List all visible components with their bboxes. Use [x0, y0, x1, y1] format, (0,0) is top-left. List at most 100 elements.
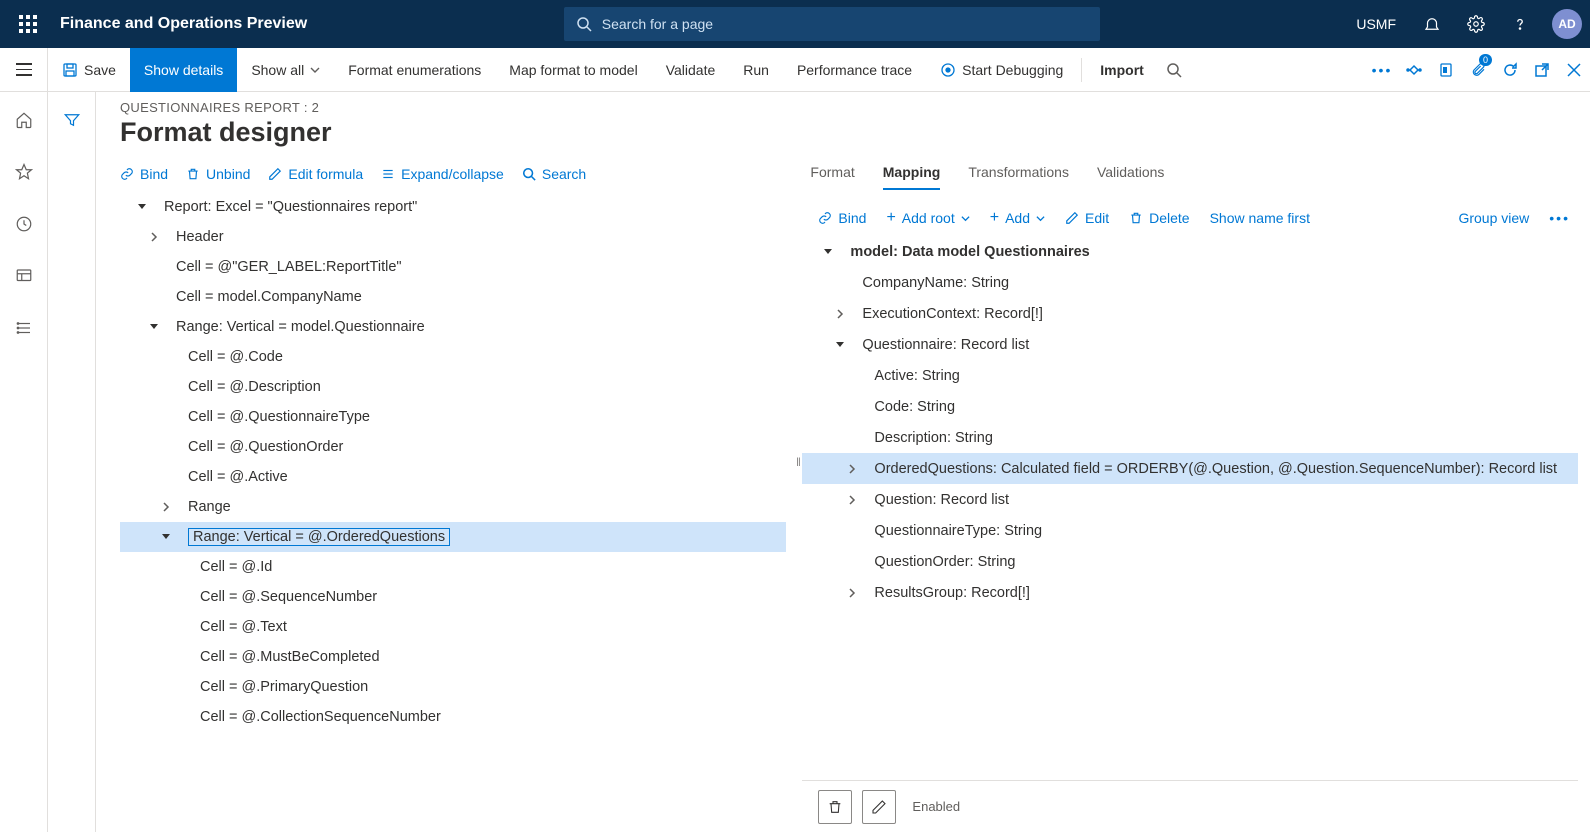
overflow-button[interactable]: ••• [1366, 48, 1398, 92]
tree-label: Cell = @.MustBeCompleted [200, 649, 380, 665]
mapping-tree-row[interactable]: Active: String [802, 360, 1578, 391]
caret-right-icon[interactable] [144, 232, 164, 242]
filter-button[interactable] [56, 104, 88, 136]
nav-toggle[interactable] [0, 48, 48, 92]
save-button[interactable]: Save [48, 48, 130, 92]
tree-row[interactable]: Header [120, 222, 786, 252]
caret-down-icon[interactable] [830, 340, 850, 350]
caret-right-icon[interactable] [842, 495, 862, 505]
tree-row[interactable]: Cell = model.CompanyName [120, 282, 786, 312]
group-view-button[interactable]: Group view [1458, 210, 1529, 226]
tree-row[interactable]: Range [120, 492, 786, 522]
validate-button[interactable]: Validate [652, 48, 730, 92]
tree-row[interactable]: Cell = @.QuestionnaireType [120, 402, 786, 432]
favorites-button[interactable] [8, 156, 40, 188]
workspaces-button[interactable] [8, 260, 40, 292]
caret-down-icon[interactable] [144, 322, 164, 332]
tab-transformations[interactable]: Transformations [968, 164, 1069, 190]
tree-row[interactable]: Cell = @.Id [120, 552, 786, 582]
tree-row[interactable]: Cell = @.Description [120, 372, 786, 402]
add-button[interactable]: + Add [990, 210, 1045, 226]
tree-row[interactable]: Range: Vertical = @.OrderedQuestions [120, 522, 786, 552]
mapping-tree-row[interactable]: Question: Record list [802, 484, 1578, 515]
edit-formula-button[interactable]: Edit formula [268, 166, 363, 182]
mapping-tree-row[interactable]: CompanyName: String [802, 267, 1578, 298]
mapping-tree-row[interactable]: QuestionOrder: String [802, 546, 1578, 577]
bottom-delete-button[interactable] [818, 790, 852, 824]
tree-search-button[interactable]: Search [522, 166, 586, 182]
recent-button[interactable] [8, 208, 40, 240]
left-toolbar: Bind Unbind Edit formula Expand/collapse… [120, 166, 794, 192]
tree-row[interactable]: Range: Vertical = model.Questionnaire [120, 312, 786, 342]
bind-button[interactable]: Bind [120, 166, 168, 182]
mapping-tree-row[interactable]: ExecutionContext: Record[!] [802, 298, 1578, 329]
attachments-button[interactable]: 0 [1462, 48, 1494, 92]
start-debug-button[interactable]: Start Debugging [926, 48, 1077, 92]
tree-row[interactable]: Report: Excel = "Questionnaires report" [120, 192, 786, 222]
notifications-button[interactable] [1412, 4, 1452, 44]
bottom-edit-button[interactable] [862, 790, 896, 824]
modules-button[interactable] [8, 312, 40, 344]
mapping-tree-row[interactable]: ResultsGroup: Record[!] [802, 577, 1578, 608]
show-details-button[interactable]: Show details [130, 48, 237, 92]
tab-mapping[interactable]: Mapping [883, 164, 941, 190]
format-tree[interactable]: Report: Excel = "Questionnaires report"H… [120, 192, 794, 832]
mapping-tree-row[interactable]: model: Data model Questionnaires [802, 236, 1578, 267]
tree-row[interactable]: Cell = @.Text [120, 612, 786, 642]
caret-right-icon[interactable] [842, 588, 862, 598]
show-all-button[interactable]: Show all [237, 48, 334, 92]
delete-button[interactable]: Delete [1129, 210, 1189, 226]
mapping-tree-row[interactable]: QuestionnaireType: String [802, 515, 1578, 546]
mapping-tree-row[interactable]: Description: String [802, 422, 1578, 453]
mapping-tree-row[interactable]: Questionnaire: Record list [802, 329, 1578, 360]
close-button[interactable] [1558, 48, 1590, 92]
caret-right-icon[interactable] [830, 309, 850, 319]
popout-button[interactable] [1526, 48, 1558, 92]
add-root-button[interactable]: + Add root [886, 210, 969, 226]
settings-button[interactable] [1456, 4, 1496, 44]
search-label: Search [542, 166, 586, 182]
mapping-tree-row[interactable]: OrderedQuestions: Calculated field = ORD… [802, 453, 1578, 484]
home-button[interactable] [8, 104, 40, 136]
legal-entity[interactable]: USMF [1356, 16, 1396, 32]
tree-row[interactable]: Cell = @.MustBeCompleted [120, 642, 786, 672]
caret-down-icon[interactable] [156, 532, 176, 542]
format-enumerations-button[interactable]: Format enumerations [334, 48, 495, 92]
chevron-down-icon [961, 214, 970, 223]
perf-trace-button[interactable]: Performance trace [783, 48, 926, 92]
caret-right-icon[interactable] [156, 502, 176, 512]
tab-validations[interactable]: Validations [1097, 164, 1164, 190]
edit-button[interactable]: Edit [1065, 210, 1109, 226]
caret-right-icon[interactable] [842, 464, 862, 474]
expand-collapse-button[interactable]: Expand/collapse [381, 166, 504, 182]
tab-format[interactable]: Format [810, 164, 854, 190]
import-button[interactable]: Import [1086, 48, 1158, 92]
user-avatar[interactable]: AD [1552, 9, 1582, 39]
tree-row[interactable]: Cell = @.QuestionOrder [120, 432, 786, 462]
tree-row[interactable]: Cell = @"GER_LABEL:ReportTitle" [120, 252, 786, 282]
unbind-button[interactable]: Unbind [186, 166, 250, 182]
office-button[interactable] [1430, 48, 1462, 92]
tree-row[interactable]: Cell = @.CollectionSequenceNumber [120, 702, 786, 732]
right-overflow-button[interactable]: ••• [1549, 210, 1570, 226]
caret-down-icon[interactable] [818, 247, 838, 257]
search-input[interactable] [602, 16, 1088, 32]
splitter[interactable]: ‖ [794, 92, 802, 832]
search-box[interactable] [564, 7, 1100, 41]
help-button[interactable] [1500, 4, 1540, 44]
run-button[interactable]: Run [729, 48, 783, 92]
caret-down-icon[interactable] [132, 202, 152, 212]
show-name-first-button[interactable]: Show name first [1210, 210, 1310, 226]
mapping-tree[interactable]: model: Data model QuestionnairesCompanyN… [802, 236, 1578, 780]
tree-row[interactable]: Cell = @.PrimaryQuestion [120, 672, 786, 702]
tree-row[interactable]: Cell = @.SequenceNumber [120, 582, 786, 612]
refresh-button[interactable] [1494, 48, 1526, 92]
link-button[interactable] [1398, 48, 1430, 92]
tree-row[interactable]: Cell = @.Code [120, 342, 786, 372]
action-search-button[interactable] [1158, 48, 1190, 92]
app-launcher[interactable] [8, 4, 48, 44]
mapping-tree-row[interactable]: Code: String [802, 391, 1578, 422]
right-bind-button[interactable]: Bind [818, 210, 866, 226]
tree-row[interactable]: Cell = @.Active [120, 462, 786, 492]
map-format-button[interactable]: Map format to model [495, 48, 651, 92]
